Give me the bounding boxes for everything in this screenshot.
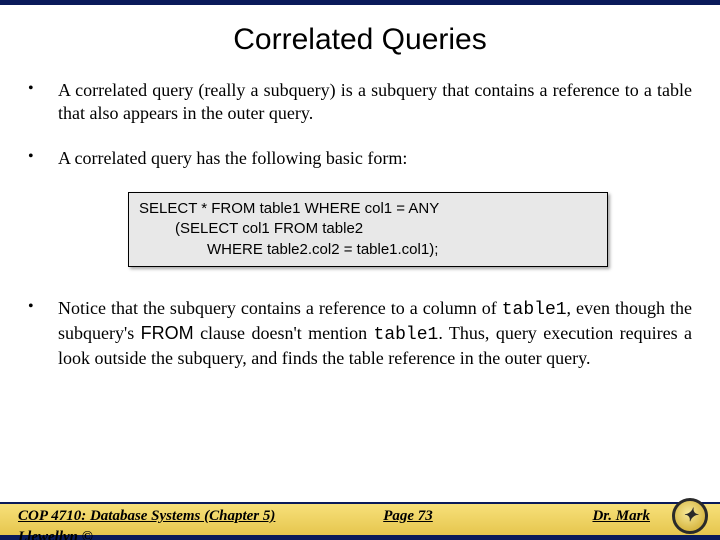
code-block: SELECT * FROM table1 WHERE col1 = ANY (S… xyxy=(128,192,608,267)
logo-seal: ✦ xyxy=(672,498,708,534)
code-line: (SELECT col1 FROM table2 xyxy=(139,219,597,239)
footer: COP 4710: Database Systems (Chapter 5) P… xyxy=(0,502,720,540)
bullet-item: • A correlated query has the following b… xyxy=(28,147,692,170)
footer-page: Page 73 xyxy=(318,508,498,525)
slide-body: • A correlated query (really a subquery)… xyxy=(0,79,720,370)
bullet-item: • Notice that the subquery contains a re… xyxy=(28,297,692,370)
text-run: clause doesn't mention xyxy=(194,323,374,343)
bullet-marker: • xyxy=(28,79,58,125)
code-line: SELECT * FROM table1 WHERE col1 = ANY xyxy=(139,199,597,219)
seal-star-icon: ✦ xyxy=(682,505,697,526)
bullet-text: Notice that the subquery contains a refe… xyxy=(58,297,692,370)
code-inline: table1 xyxy=(502,300,567,320)
footer-left: COP 4710: Database Systems (Chapter 5) xyxy=(18,508,318,525)
slide: Correlated Queries • A correlated query … xyxy=(0,0,720,540)
keyword: FROM xyxy=(141,323,194,343)
bullet-text: A correlated query has the following bas… xyxy=(58,147,692,170)
bullet-text: A correlated query (really a subquery) i… xyxy=(58,79,692,125)
bullet-marker: • xyxy=(28,147,58,170)
text-run: Notice that the subquery contains a refe… xyxy=(58,298,502,318)
slide-title: Correlated Queries xyxy=(0,23,720,57)
code-line: WHERE table2.col2 = table1.col1); xyxy=(139,240,597,260)
bullet-marker: • xyxy=(28,297,58,370)
footer-overflow: Llewellyn © xyxy=(18,529,93,540)
bullet-item: • A correlated query (really a subquery)… xyxy=(28,79,692,125)
code-inline: table1 xyxy=(374,325,439,345)
